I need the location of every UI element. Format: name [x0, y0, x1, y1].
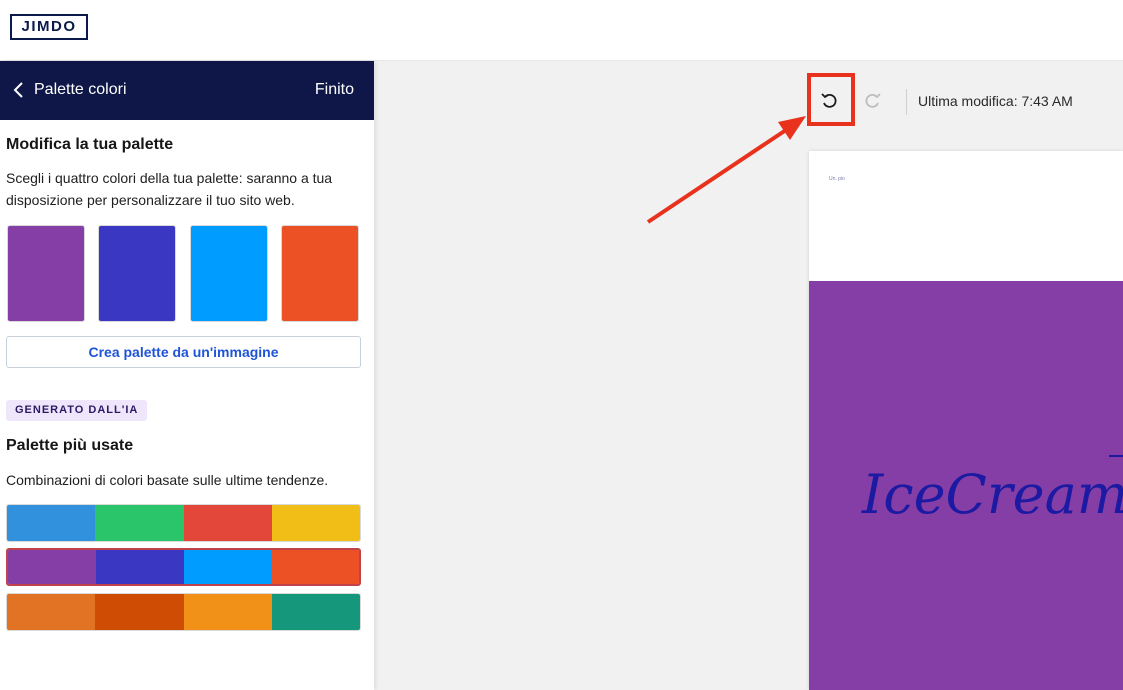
chevron-left-icon[interactable] [12, 80, 26, 100]
palette-color-chip [271, 550, 359, 584]
top-bar: JIMDO [0, 0, 1123, 61]
website-preview[interactable]: Un. pio IceCream [809, 151, 1123, 690]
sidebar-header: Palette colori Finito [0, 61, 374, 120]
undo-icon[interactable] [820, 91, 838, 109]
jimdo-logo[interactable]: JIMDO [10, 14, 88, 40]
create-palette-from-image-button[interactable]: Crea palette da un'immagine [6, 336, 361, 368]
color-swatch-3[interactable] [190, 225, 268, 322]
hero-title[interactable]: IceCream [862, 463, 1123, 526]
palette-color-chip [183, 594, 272, 630]
color-swatch-1[interactable] [7, 225, 85, 322]
hero-accent-line [1109, 455, 1123, 457]
edit-palette-heading: Modifica la tua palette [6, 136, 174, 153]
palette-color-chip [183, 550, 272, 584]
site-logo[interactable]: Un. pio [829, 176, 845, 182]
palette-color-chip [183, 505, 272, 541]
popular-palettes-heading: Palette più usate [6, 437, 134, 454]
hero-section[interactable]: IceCream [809, 281, 1123, 690]
palette-color-chip [95, 594, 184, 630]
toolbar-divider [906, 89, 907, 115]
last-modified-label: Ultima modifica: 7:43 AM [918, 93, 1073, 109]
palette-sidebar: Palette colori Finito Modifica la tua pa… [0, 61, 374, 690]
palette-color-chip [95, 505, 184, 541]
palette-option-1[interactable] [6, 504, 361, 542]
palette-option-2[interactable] [6, 548, 361, 586]
palette-color-chip [7, 505, 96, 541]
sidebar-title: Palette colori [34, 81, 127, 98]
editor-canvas: Ultima modifica: 7:43 AM Un. pio IceCrea… [374, 61, 1123, 690]
palette-color-chip [95, 550, 184, 584]
done-button[interactable]: Finito [315, 81, 354, 99]
redo-icon[interactable] [864, 91, 882, 109]
color-swatch-2[interactable] [98, 225, 176, 322]
ai-generated-badge: GENERATO DALL'IA [6, 400, 148, 421]
popular-palettes-description: Combinazioni di colori basate sulle ulti… [6, 472, 329, 488]
palette-color-chip [7, 594, 96, 630]
edit-palette-description: Scegli i quattro colori della tua palett… [6, 170, 333, 208]
palette-color-chip [8, 550, 96, 584]
palette-option-3[interactable] [6, 593, 361, 631]
palette-color-chip [271, 594, 360, 630]
palette-color-chip [271, 505, 360, 541]
color-swatch-4[interactable] [281, 225, 359, 322]
